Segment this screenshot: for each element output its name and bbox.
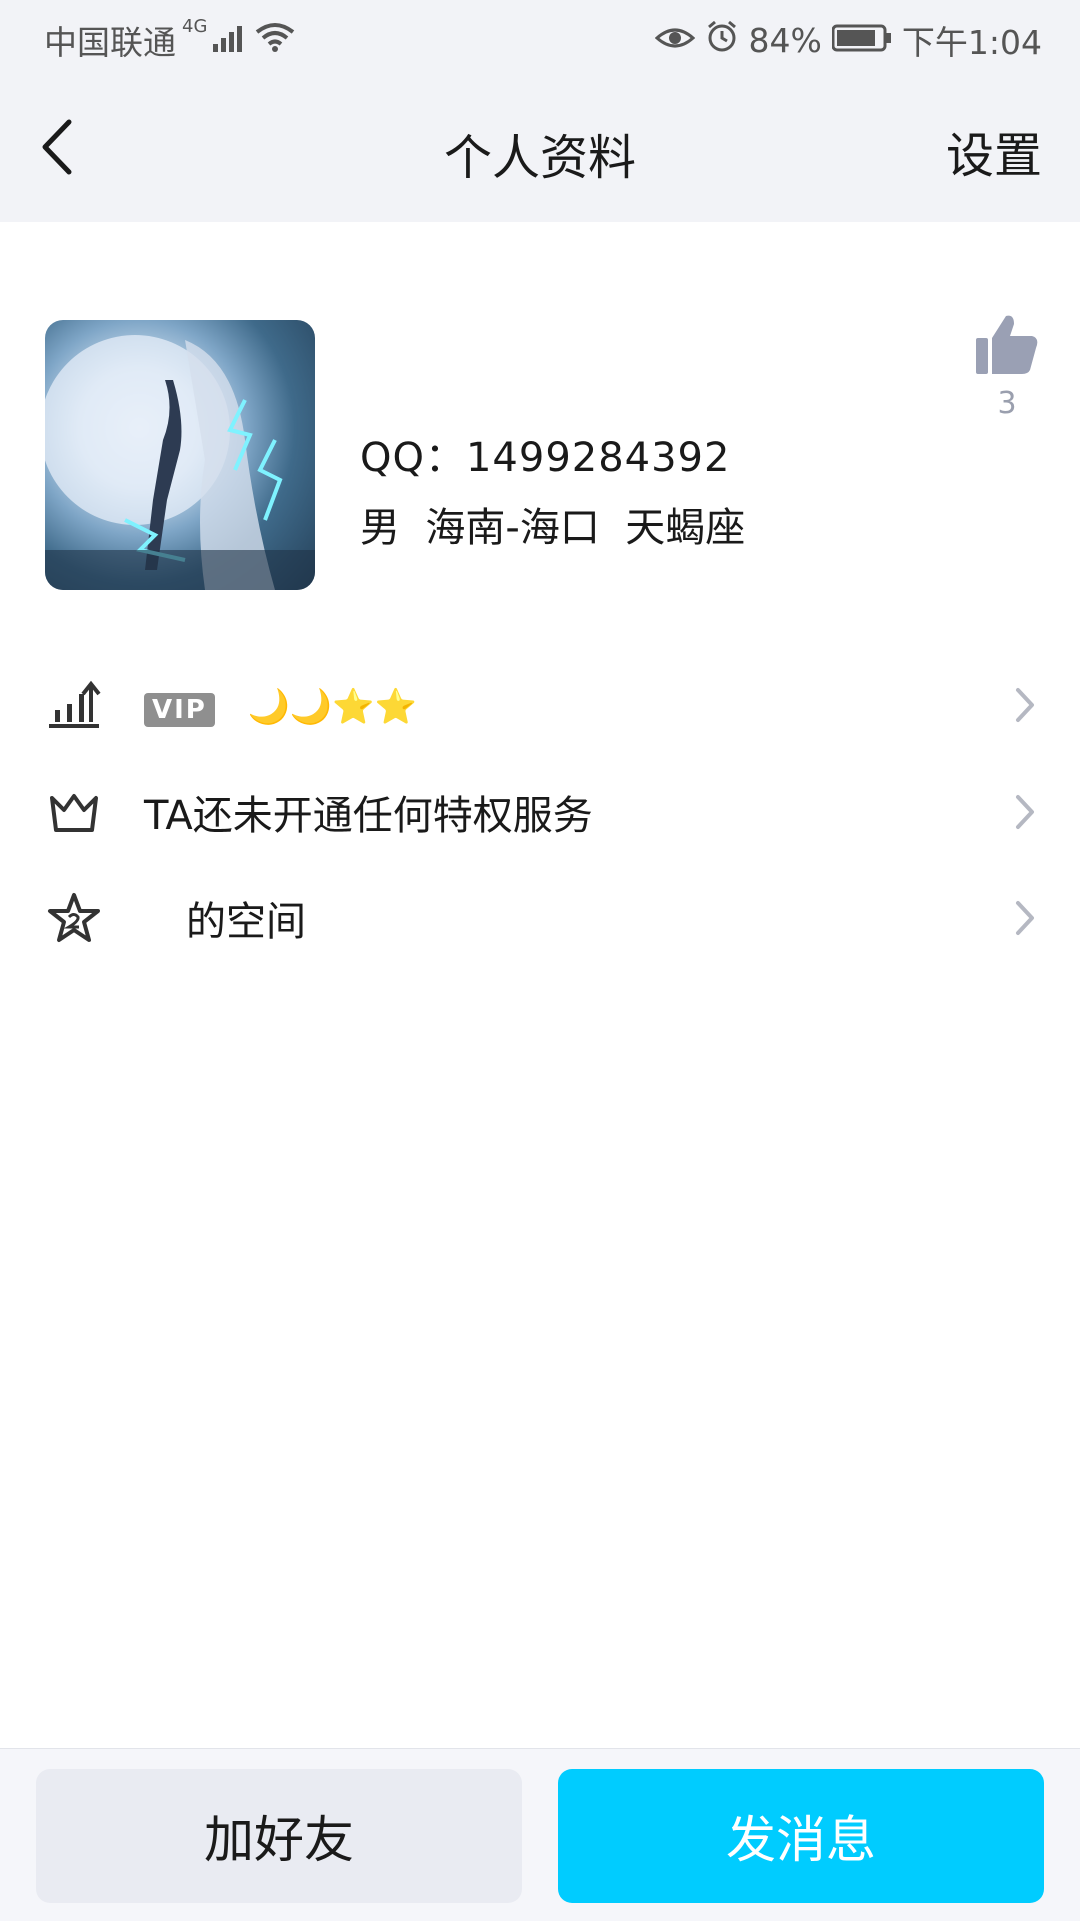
privilege-row[interactable]: TA还未开通任何特权服务 [0, 762, 1080, 862]
like-button[interactable]: 3 [972, 312, 1042, 421]
bottom-action-bar: 加好友 发消息 [0, 1748, 1080, 1921]
chevron-right-icon [1010, 792, 1040, 832]
send-message-button[interactable]: 发消息 [558, 1769, 1044, 1903]
qq-number: QQ：1499284392 [360, 435, 731, 481]
thumbs-up-icon [974, 315, 1040, 382]
vip-level-content: VIP 🌙🌙⭐⭐ [144, 682, 417, 728]
carrier-label: 中国联通 [44, 23, 176, 62]
privilege-label: TA还未开通任何特权服务 [144, 793, 593, 839]
signal-icon [211, 21, 247, 60]
eye-icon [654, 21, 695, 60]
profile-info: 男 海南-海口 天蝎座 [360, 505, 746, 551]
level-chart-icon [46, 677, 102, 733]
wifi-icon [255, 21, 295, 60]
like-count: 3 [997, 386, 1017, 421]
star-space-icon [46, 890, 102, 946]
avatar[interactable] [45, 320, 315, 590]
chevron-right-icon [1010, 898, 1040, 938]
status-left: 中国联通 4G [44, 16, 295, 64]
status-right: 84% 下午1:04 [645, 16, 1042, 64]
add-friend-button[interactable]: 加好友 [36, 1769, 522, 1903]
space-label: 的空间 [186, 899, 306, 945]
vip-level-row[interactable]: VIP 🌙🌙⭐⭐ [0, 655, 1080, 755]
page-title: 个人资料 [443, 130, 636, 186]
alarm-icon [705, 19, 739, 61]
space-row[interactable]: 的空间 [0, 868, 1080, 968]
status-bar: 中国联通 4G 84% 下午1:04 [0, 0, 1080, 76]
level-icons: 🌙🌙⭐⭐ [247, 687, 417, 727]
clock-time: 下午1:04 [901, 23, 1042, 62]
battery-icon [831, 21, 892, 60]
avatar-image [45, 335, 315, 590]
network-type: 4G [182, 16, 208, 37]
nav-bar: 个人资料 设置 [0, 76, 1080, 222]
battery-percent: 84% [748, 20, 822, 60]
chevron-right-icon [1010, 685, 1040, 725]
settings-button[interactable]: 设置 [946, 116, 1042, 186]
vip-badge: VIP [144, 693, 215, 727]
crown-icon [46, 784, 102, 840]
